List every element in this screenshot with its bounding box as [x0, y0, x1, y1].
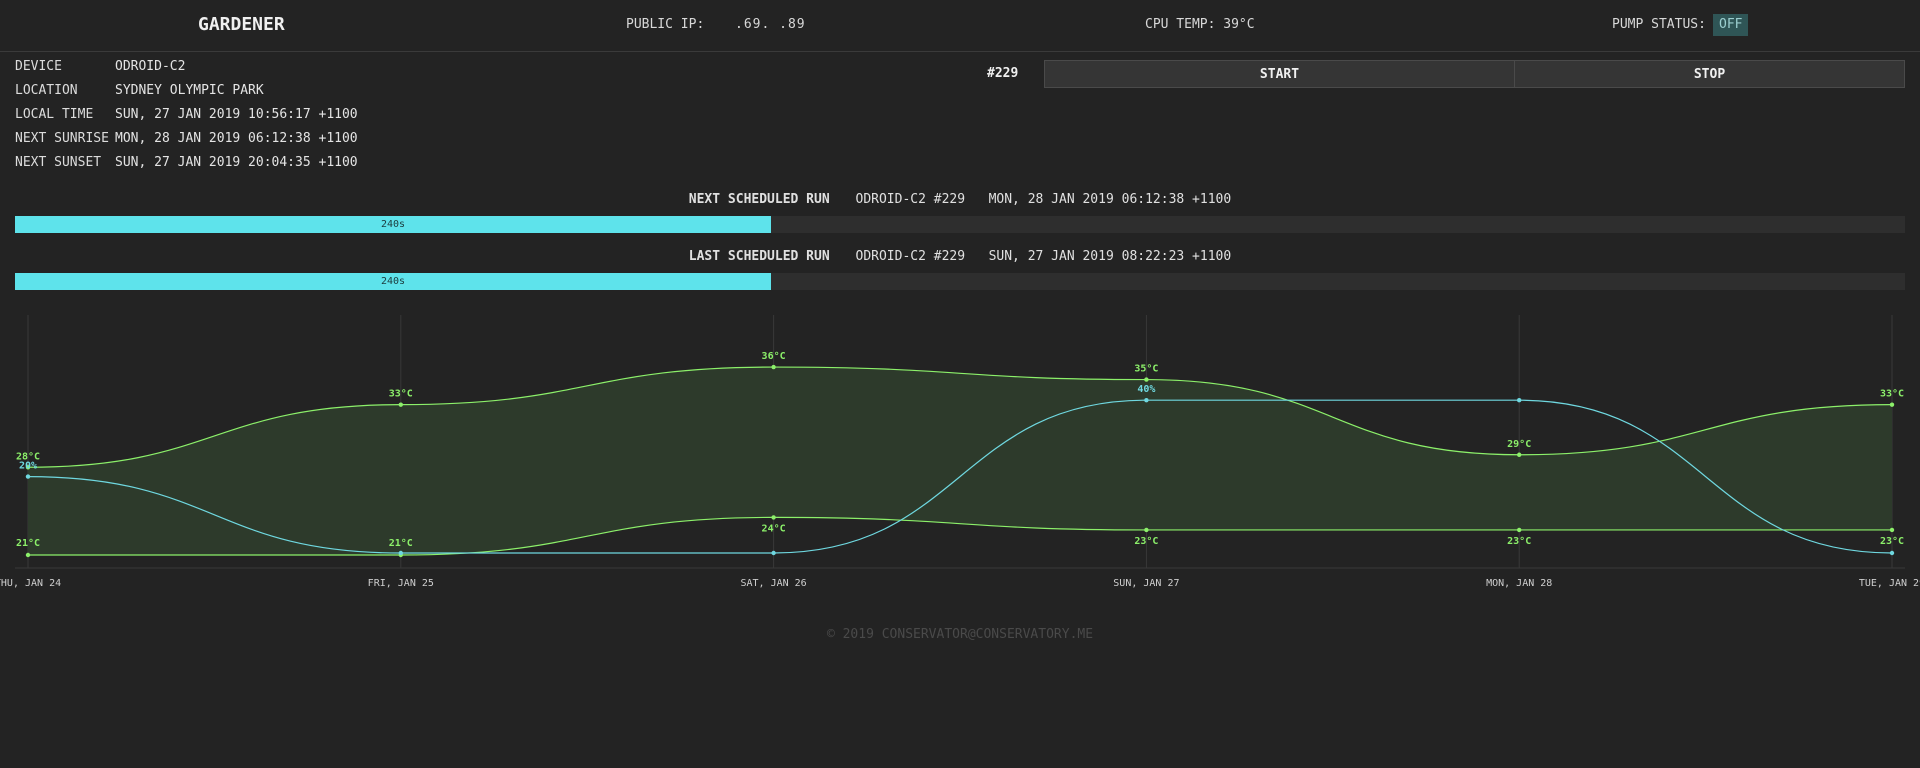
low-temp-label: 23°C: [1134, 536, 1158, 547]
device-info: DEVICE ODROID-C2 LOCATION SYDNEY OLYMPIC…: [15, 58, 358, 178]
humidity-point: [398, 550, 403, 556]
next-run-progress-track: 240s: [15, 216, 1905, 233]
next-run-label: NEXT SCHEDULED RUN: [688, 192, 830, 207]
info-label: NEXT SUNSET: [15, 155, 102, 170]
high-temp-label: 36°C: [762, 351, 786, 362]
high-temp-label: 33°C: [1880, 389, 1904, 400]
footer-copyright: © 2019 CONSERVATOR@CONSERVATORY.ME: [826, 627, 1094, 642]
pump-status-label: PUMP STATUS:: [1612, 17, 1706, 32]
humidity-label: 40%: [1137, 384, 1155, 395]
x-tick-label: THU, JAN 24: [0, 578, 61, 589]
low-temp-point: [1889, 527, 1895, 533]
humidity-label: 20%: [19, 461, 37, 472]
last-run-progress-bar: 240s: [15, 273, 771, 290]
high-temp-point: [771, 364, 776, 370]
x-tick-label: TUE, JAN 29: [1859, 578, 1920, 589]
high-temp-label: 29°C: [1507, 439, 1531, 450]
high-temp-point: [1517, 452, 1522, 457]
x-tick-label: FRI, JAN 25: [368, 578, 434, 589]
info-label: DEVICE: [15, 59, 62, 74]
next-run-time: MON, 28 JAN 2019 06:12:38 +1100: [988, 192, 1232, 207]
next-run-device: ODROID-C2 #229: [855, 192, 966, 207]
high-temp-label: 33°C: [389, 389, 413, 400]
last-run-label: LAST SCHEDULED RUN: [688, 249, 830, 264]
info-row-device: DEVICE ODROID-C2: [15, 58, 358, 82]
info-row-next-sunset: NEXT SUNSET SUN, 27 JAN 2019 20:04:35 +1…: [15, 154, 358, 178]
high-temp-point: [1889, 402, 1895, 407]
last-run-device: ODROID-C2 #229: [855, 249, 966, 264]
low-temp-point: [1517, 527, 1522, 533]
x-tick-label: SUN, JAN 27: [1113, 578, 1179, 589]
info-row-next-sunrise: NEXT SUNRISE MON, 28 JAN 2019 06:12:38 +…: [15, 130, 358, 154]
info-value: SYDNEY OLYMPIC PARK: [115, 83, 264, 98]
public-ip-label: PUBLIC IP:: [626, 17, 705, 32]
low-temp-point: [1144, 527, 1149, 533]
low-temp-point: [25, 552, 31, 558]
info-value: SUN, 27 JAN 2019 10:56:17 +1100: [115, 107, 358, 122]
cpu-temp: CPU TEMP: 39°C: [1145, 17, 1255, 32]
x-tick-label: SAT, JAN 26: [740, 578, 806, 589]
temperature-range-area: [28, 367, 1892, 555]
high-temp-point: [398, 402, 403, 407]
info-value: ODROID-C2: [115, 59, 186, 74]
humidity-point: [1889, 550, 1895, 556]
low-temp-label: 21°C: [389, 538, 413, 549]
low-temp-label: 23°C: [1880, 536, 1904, 547]
weather-chart: 28°C 33°C 36°C 35°C 29°C 33°C 21°C 21°C 24°C 23°C…: [0, 310, 1920, 595]
run-id: #229: [987, 66, 1019, 81]
info-row-location: LOCATION SYDNEY OLYMPIC PARK: [15, 82, 358, 106]
start-button[interactable]: START: [1044, 60, 1515, 88]
info-label: NEXT SUNRISE: [15, 131, 109, 146]
weather-chart-svg: 28°C33°C36°C35°C29°C33°C21°C 21°C24°C23°C…: [0, 315, 1920, 589]
humidity-point: [1517, 398, 1522, 403]
stop-button[interactable]: STOP: [1514, 60, 1905, 88]
info-row-local-time: LOCAL TIME SUN, 27 JAN 2019 10:56:17 +11…: [15, 106, 358, 130]
info-label: LOCATION: [15, 83, 78, 98]
low-temp-label: 24°C: [762, 523, 786, 534]
info-label: LOCAL TIME: [15, 107, 94, 122]
humidity-point: [1144, 398, 1149, 403]
x-tick-label: MON, JAN 28: [1486, 578, 1552, 589]
last-run-progress-track: 240s: [15, 273, 1905, 290]
humidity-point: [771, 550, 776, 556]
high-temp-point: [1144, 377, 1149, 382]
info-value: MON, 28 JAN 2019 06:12:38 +1100: [115, 131, 358, 146]
app-title: GARDENER: [198, 14, 285, 35]
info-value: SUN, 27 JAN 2019 20:04:35 +1100: [115, 155, 358, 170]
next-scheduled-run: NEXT SCHEDULED RUN ODROID-C2 #229 MON, 2…: [0, 192, 1920, 207]
app-header: GARDENER PUBLIC IP: .69. .89 CPU TEMP: 3…: [0, 0, 1920, 52]
next-run-progress-bar: 240s: [15, 216, 771, 233]
low-temp-label: 21°C: [16, 538, 40, 549]
high-temp-label: 35°C: [1134, 364, 1158, 375]
last-run-time: SUN, 27 JAN 2019 08:22:23 +1100: [988, 249, 1232, 264]
humidity-point: [25, 474, 31, 479]
public-ip-value: .69. .89: [735, 17, 806, 32]
low-temp-label: 23°C: [1507, 536, 1531, 547]
last-scheduled-run: LAST SCHEDULED RUN ODROID-C2 #229 SUN, 2…: [0, 249, 1920, 264]
low-temp-point: [771, 515, 776, 520]
pump-status-badge: OFF: [1713, 14, 1749, 36]
